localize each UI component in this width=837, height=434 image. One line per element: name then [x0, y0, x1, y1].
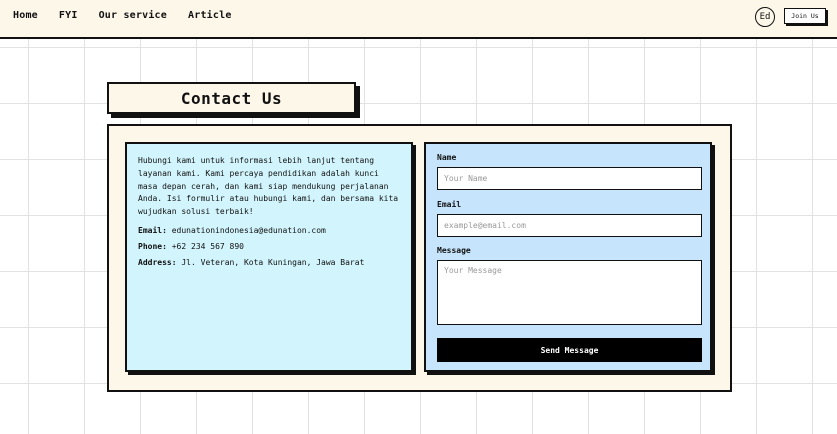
- contact-address-label: Address:: [138, 257, 177, 267]
- contact-form: Name Email Message Send Message: [424, 142, 712, 372]
- contact-email-label: Email:: [138, 225, 167, 235]
- email-field-label: Email: [437, 200, 462, 209]
- nav-links: Home FYI Our service Article: [13, 10, 253, 21]
- contact-address: Address: Jl. Veteran, Kota Kuningan, Jaw…: [138, 258, 400, 267]
- message-field-label: Message: [437, 246, 471, 255]
- contact-phone-label: Phone:: [138, 241, 167, 251]
- name-input[interactable]: [437, 167, 702, 190]
- navbar: Home FYI Our service Article Ed Join Us: [0, 0, 837, 39]
- nav-link-home[interactable]: Home: [13, 10, 38, 21]
- avatar[interactable]: Ed: [755, 7, 775, 27]
- email-input[interactable]: [437, 214, 702, 237]
- contact-email: Email: edunationindonesia@edunation.com: [138, 226, 400, 235]
- message-textarea[interactable]: [437, 260, 702, 325]
- contact-email-value: edunationindonesia@edunation.com: [171, 225, 326, 235]
- join-us-button[interactable]: Join Us: [784, 8, 826, 24]
- contact-info-card: Hubungi kami untuk informasi lebih lanju…: [125, 142, 413, 372]
- nav-link-fyi[interactable]: FYI: [59, 10, 78, 21]
- contact-description: Hubungi kami untuk informasi lebih lanju…: [138, 156, 399, 217]
- send-message-button[interactable]: Send Message: [437, 338, 702, 362]
- page-title-box: Contact Us: [107, 82, 356, 114]
- nav-link-our-service[interactable]: Our service: [99, 10, 167, 21]
- contact-phone: Phone: +62 234 567 890: [138, 242, 400, 251]
- contact-phone-value: +62 234 567 890: [171, 241, 244, 251]
- page-title: Contact Us: [180, 88, 283, 108]
- nav-link-article[interactable]: Article: [188, 10, 232, 21]
- contact-address-value: Jl. Veteran, Kota Kuningan, Jawa Barat: [181, 257, 365, 267]
- name-field-label: Name: [437, 153, 457, 162]
